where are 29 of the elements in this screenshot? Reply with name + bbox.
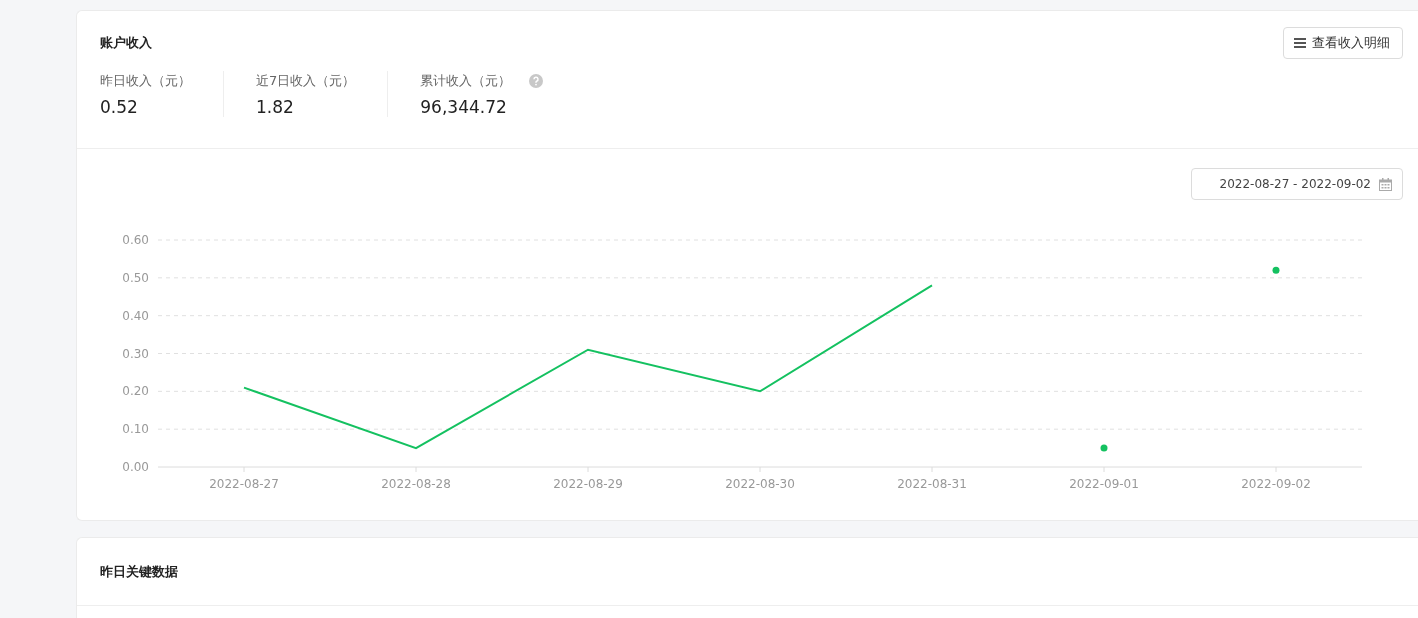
date-range-picker[interactable]: 2022-08-27 - 2022-09-02	[1190, 168, 1403, 200]
y-tick-label: 0.10	[122, 422, 149, 437]
x-tick-label: 2022-08-29	[553, 477, 623, 491]
x-tick-label: 2022-08-28	[381, 477, 451, 491]
stat-label: 昨日收入（元）	[100, 72, 191, 90]
stat-label: 近7日收入（元）	[256, 72, 356, 90]
x-tick-label: 2022-09-02	[1241, 477, 1311, 491]
x-tick-label: 2022-08-30	[725, 477, 795, 491]
calendar-icon	[1379, 177, 1392, 191]
x-tick-label: 2022-08-27	[209, 477, 279, 491]
y-tick-label: 0.40	[122, 308, 149, 323]
stat-value: 0.52	[100, 97, 139, 117]
x-tick-label: 2022-09-01	[1069, 477, 1139, 491]
income-detail-button[interactable]: 查看收入明细	[1283, 27, 1403, 59]
stat-value: 1.82	[256, 97, 295, 117]
stat-label: 累计收入（元）	[420, 72, 512, 90]
stat-value: 96,344.72	[420, 97, 508, 117]
help-icon	[529, 74, 544, 88]
x-tick-label: 2022-08-31	[897, 477, 967, 491]
y-tick-label: 0.60	[122, 233, 149, 247]
card-title: 昨日关键数据	[100, 564, 178, 579]
menu-icon	[1294, 38, 1306, 48]
y-tick-label: 0.00	[122, 460, 149, 474]
data-point	[1272, 266, 1280, 274]
data-point	[1100, 444, 1108, 452]
y-tick-label: 0.50	[122, 270, 149, 285]
card-title: 账户收入	[100, 34, 152, 52]
y-tick-label: 0.30	[122, 346, 149, 361]
y-tick-label: 0.20	[122, 384, 149, 399]
